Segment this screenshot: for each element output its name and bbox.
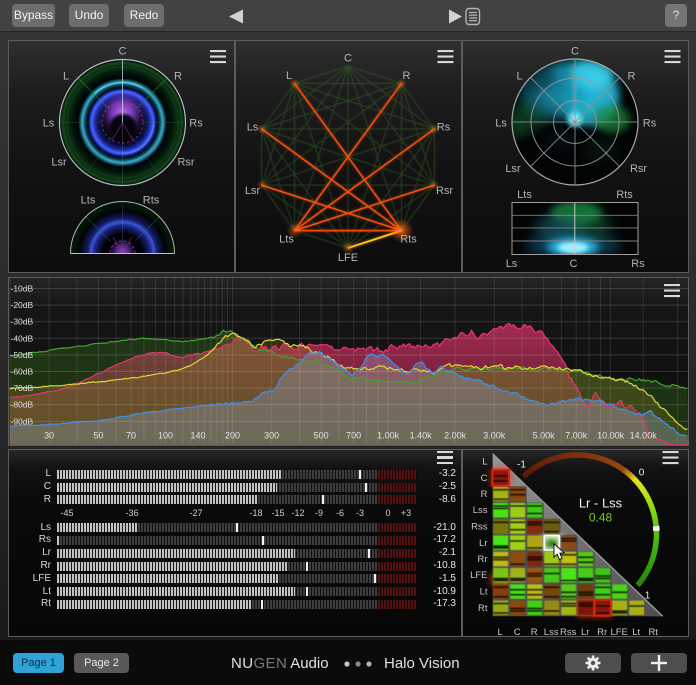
svg-text:100: 100 xyxy=(157,431,172,441)
svg-text:L: L xyxy=(285,70,291,82)
svg-text:Lsr: Lsr xyxy=(505,163,521,175)
svg-text:C: C xyxy=(344,53,352,65)
svg-text:7.00k: 7.00k xyxy=(565,431,588,441)
svg-text:-20dB: -20dB xyxy=(10,300,33,310)
svg-text:Ls: Ls xyxy=(246,122,258,134)
svg-text:Rt: Rt xyxy=(478,603,488,614)
svg-text:Ls: Ls xyxy=(43,118,55,130)
svg-text:500: 500 xyxy=(313,431,328,441)
svg-text:Lss: Lss xyxy=(472,505,487,516)
svg-text:Rs: Rs xyxy=(189,118,203,130)
svg-text:1: 1 xyxy=(644,591,650,602)
svg-text:Lr - Lss: Lr - Lss xyxy=(578,496,622,511)
svg-text:-90dB: -90dB xyxy=(10,416,33,426)
svg-text:-1: -1 xyxy=(517,460,526,471)
svg-text:L: L xyxy=(497,627,502,637)
svg-text:Rts: Rts xyxy=(400,234,417,246)
svg-text:Rs: Rs xyxy=(642,118,656,130)
svg-text:R: R xyxy=(174,71,182,83)
svg-text:Lt: Lt xyxy=(632,627,640,637)
svg-text:Rts: Rts xyxy=(143,195,160,207)
svg-text:Lss: Lss xyxy=(543,627,558,637)
svg-text:0.48: 0.48 xyxy=(588,511,612,525)
svg-text:1.40k: 1.40k xyxy=(409,431,432,441)
svg-text:LFE: LFE xyxy=(610,627,627,637)
svg-text:Lr: Lr xyxy=(580,627,588,637)
svg-text:Lts: Lts xyxy=(81,195,96,207)
svg-text:300: 300 xyxy=(264,431,279,441)
svg-text:2.00k: 2.00k xyxy=(444,431,467,441)
svg-text:Rsr: Rsr xyxy=(629,163,646,175)
svg-text:-30dB: -30dB xyxy=(10,317,33,327)
svg-text:0: 0 xyxy=(638,468,644,479)
svg-text:200: 200 xyxy=(224,431,239,441)
svg-text:1.00k: 1.00k xyxy=(377,431,400,441)
svg-text:Lsr: Lsr xyxy=(51,157,67,169)
svg-text:L: L xyxy=(63,71,69,83)
svg-text:700: 700 xyxy=(346,431,361,441)
svg-text:Rss: Rss xyxy=(471,522,488,533)
svg-text:Rts: Rts xyxy=(616,189,633,201)
svg-text:Lts: Lts xyxy=(517,189,532,201)
svg-text:-50dB: -50dB xyxy=(10,350,33,360)
svg-text:-60dB: -60dB xyxy=(10,367,33,377)
svg-text:-70dB: -70dB xyxy=(10,383,33,393)
svg-text:Lsr: Lsr xyxy=(244,185,260,197)
svg-text:14.00k: 14.00k xyxy=(629,431,657,441)
svg-text:Rsr: Rsr xyxy=(435,185,452,197)
svg-text:Rr: Rr xyxy=(597,627,607,637)
svg-text:C: C xyxy=(119,46,127,58)
svg-text:Rr: Rr xyxy=(477,554,487,565)
svg-text:C: C xyxy=(513,627,520,637)
svg-text:R: R xyxy=(480,489,487,500)
svg-text:Ls: Ls xyxy=(495,118,507,130)
svg-text:C: C xyxy=(480,473,487,484)
svg-text:Lt: Lt xyxy=(479,587,487,598)
svg-text:140: 140 xyxy=(190,431,205,441)
svg-text:Rss: Rss xyxy=(560,627,577,637)
svg-text:Lr: Lr xyxy=(479,538,487,549)
svg-text:-10dB: -10dB xyxy=(10,284,33,294)
svg-text:R: R xyxy=(402,70,410,82)
svg-text:5.00k: 5.00k xyxy=(532,431,555,441)
svg-text:3.00k: 3.00k xyxy=(483,431,506,441)
svg-text:L: L xyxy=(516,71,522,83)
svg-text:Lts: Lts xyxy=(279,234,294,246)
svg-text:10.00k: 10.00k xyxy=(597,431,625,441)
svg-text:LFE: LFE xyxy=(337,252,357,264)
svg-text:50: 50 xyxy=(93,431,103,441)
svg-text:LFE: LFE xyxy=(470,570,487,581)
svg-text:Rt: Rt xyxy=(648,627,658,637)
svg-text:-40dB: -40dB xyxy=(10,333,33,343)
svg-text:70: 70 xyxy=(125,431,135,441)
svg-text:Ls: Ls xyxy=(505,258,517,270)
svg-text:R: R xyxy=(530,627,537,637)
svg-text:Rs: Rs xyxy=(436,122,450,134)
svg-text:Rsr: Rsr xyxy=(177,157,194,169)
svg-text:-80dB: -80dB xyxy=(10,400,33,410)
svg-text:C: C xyxy=(571,46,579,58)
svg-text:C: C xyxy=(569,258,577,270)
svg-text:R: R xyxy=(627,71,635,83)
svg-text:Rs: Rs xyxy=(631,258,645,270)
svg-text:30: 30 xyxy=(44,431,54,441)
svg-text:L: L xyxy=(482,457,487,468)
